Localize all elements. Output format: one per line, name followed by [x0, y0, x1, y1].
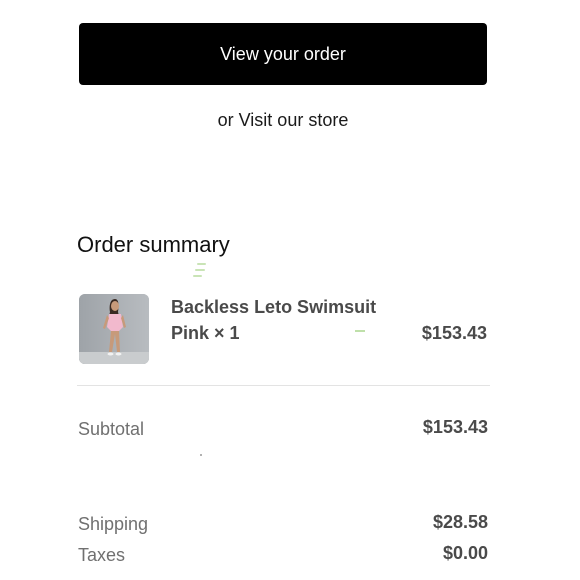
dash-mark-icon: [355, 330, 365, 332]
subtotal-value: $153.43: [422, 417, 488, 437]
taxes-label: Taxes: [78, 545, 126, 565]
order-summary-title: Order summary: [77, 232, 230, 257]
view-order-button[interactable]: View your order: [79, 23, 487, 85]
product-price: $153.43: [421, 323, 487, 343]
taxes-value: $0.00: [442, 543, 488, 563]
loading-spinner-icon: [193, 263, 207, 283]
subtotal-label: Subtotal: [78, 419, 145, 439]
visit-store-row: or Visit our store: [79, 110, 487, 131]
shipping-label: Shipping: [78, 514, 149, 534]
product-variant: Pink × 1: [171, 323, 240, 343]
product-name: Backless Leto Swimsuit: [171, 297, 377, 317]
line-item: Backless Leto Swimsuit Pink × 1 $153.43: [79, 294, 487, 364]
shipping-value: $28.58: [432, 512, 488, 532]
summary-divider: [77, 385, 490, 386]
product-thumbnail-icon: [79, 294, 149, 364]
dot-mark-icon: [200, 454, 202, 456]
order-confirmation-page: View your order or Visit our store Order…: [0, 0, 580, 580]
visit-store-link[interactable]: or Visit our store: [218, 110, 349, 130]
